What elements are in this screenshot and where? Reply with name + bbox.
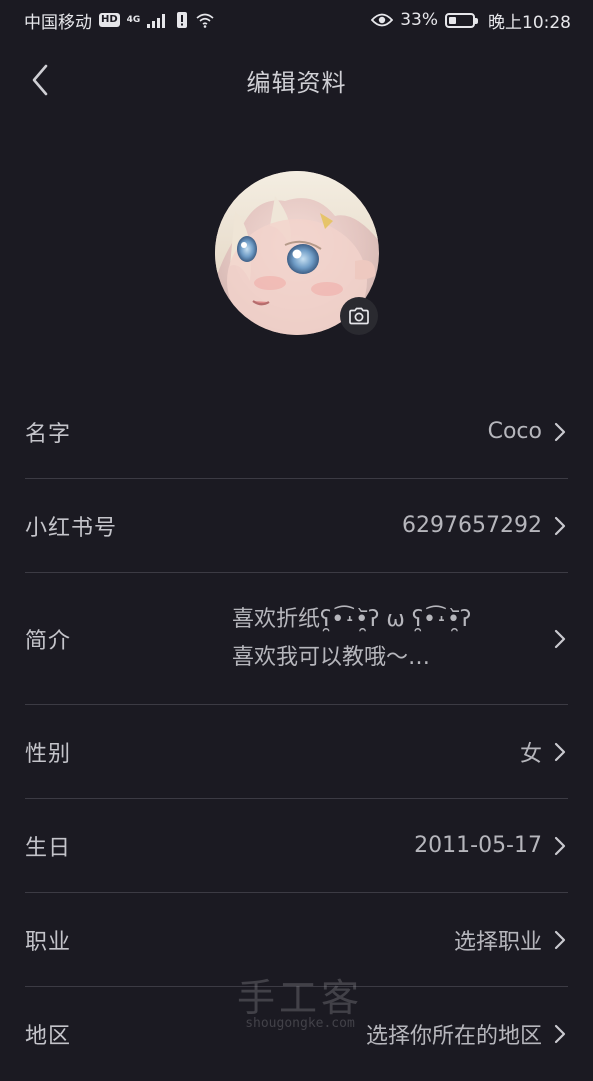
bio-line: 喜欢折纸ʕ̯•͡˔•̯᷅ʔ ω ʕ̯•͡˔•̯᷅ʔ [232,606,472,632]
status-right: 33% 晚上10:28 [371,8,571,33]
wifi-icon [196,13,214,28]
signal-icon [147,14,166,28]
field-birthday[interactable]: 生日 2011-05-17 [25,799,568,893]
change-avatar-button[interactable] [340,297,378,335]
clock: 晚上10:28 [488,12,571,33]
field-label: 职业 [25,929,72,955]
battery-level [449,16,457,24]
alert-icon [177,12,188,28]
field-value: 选择你所在的地区 [365,1024,542,1049]
chevron-right-icon [552,515,568,537]
back-button[interactable] [22,62,58,98]
field-label: 地区 [25,1024,72,1049]
chevron-right-icon [552,628,568,650]
nav-header: 编辑资料 [0,50,593,110]
field-value: Coco [487,419,542,444]
chevron-right-icon [552,1023,568,1045]
battery-icon [445,12,478,28]
avatar-section [215,171,379,335]
field-bio[interactable]: 简介 喜欢折纸ʕ̯•͡˔•̯᷅ʔ ω ʕ̯•͡˔•̯᷅ʔ 喜欢我可以教哦～… [25,573,568,705]
chevron-right-icon [552,835,568,857]
camera-icon [349,307,369,325]
field-value: 选择职业 [453,929,542,955]
battery-percent: 33% [400,10,438,30]
field-label: 性别 [25,741,72,767]
field-xiaohongshu-id[interactable]: 小红书号 6297657292 [25,479,568,573]
carrier-name: 中国移动 [24,12,92,33]
page-title: 编辑资料 [246,68,347,97]
field-region[interactable]: 地区 选择你所在的地区 [25,987,568,1081]
profile-fields: 名字 Coco 小红书号 6297657292 简介 喜欢折纸ʕ̯•͡˔•̯᷅ʔ… [25,385,568,1081]
bio-line: 喜欢我可以教哦～… [232,644,431,670]
field-label: 名字 [25,421,72,447]
field-gender[interactable]: 性别 女 [25,705,568,799]
chevron-right-icon [552,929,568,951]
chevron-right-icon [552,421,568,443]
field-occupation[interactable]: 职业 选择职业 [25,893,568,987]
eye-icon [371,13,394,27]
network-type: 4G [126,14,141,25]
chevron-left-icon [32,64,48,96]
field-name[interactable]: 名字 Coco [25,385,568,479]
status-left: 中国移动 HD 4G [24,8,215,33]
field-value: 6297657292 [402,513,542,538]
status-bar: 中国移动 HD 4G 33% 晚上10:28 [0,0,593,40]
field-value: 2011-05-17 [414,833,542,858]
hd-badge: HD [99,13,120,27]
field-label: 简介 [25,628,72,654]
field-label: 小红书号 [25,515,118,541]
chevron-right-icon [552,741,568,763]
field-label: 生日 [25,835,72,861]
field-value: 女 [519,741,542,767]
bio-value: 喜欢折纸ʕ̯•͡˔•̯᷅ʔ ω ʕ̯•͡˔•̯᷅ʔ 喜欢我可以教哦～… [232,601,532,677]
